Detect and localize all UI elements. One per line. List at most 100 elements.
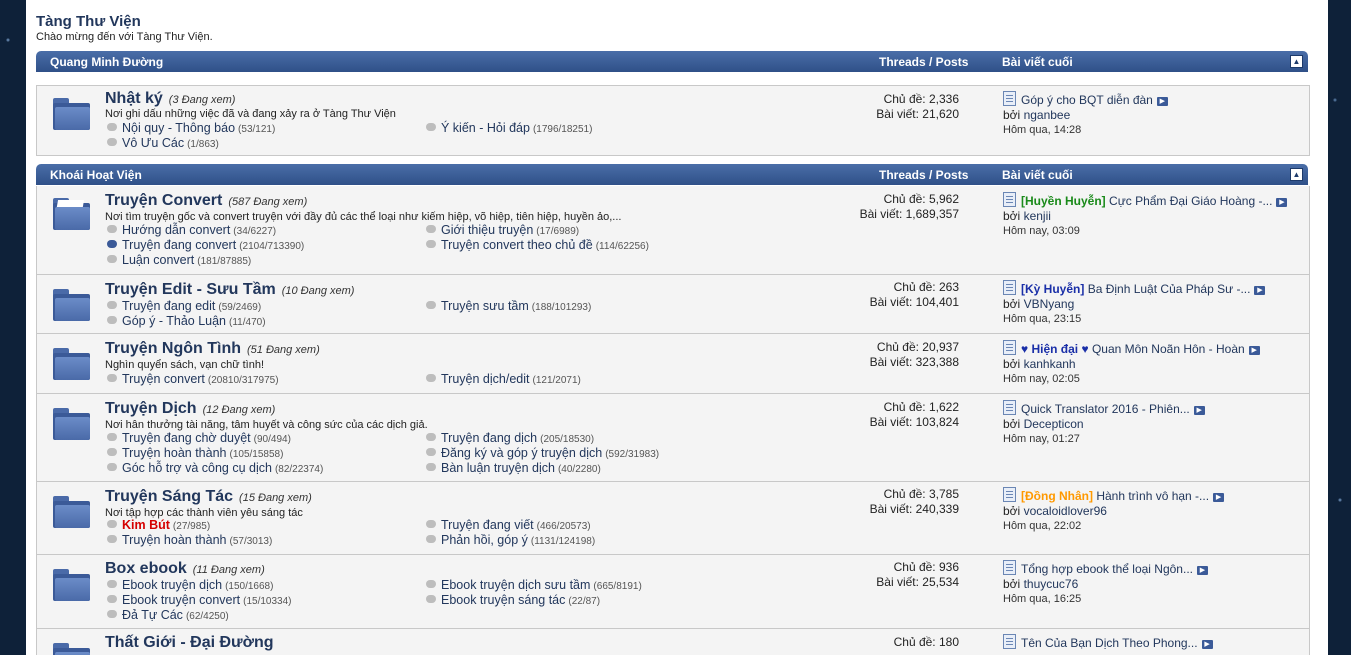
forum-stats: Chủ đề: 3,785 Bài viết: 240,339: [869, 487, 959, 516]
subforum-link[interactable]: Giới thiệu truyện (17/6989): [426, 223, 579, 237]
forum-title[interactable]: Box ebook (11 Đang xem): [105, 560, 265, 578]
subforum-link[interactable]: Ebook truyện dịch (150/1668): [107, 578, 273, 592]
last-post-time: Hôm qua, 16:25: [1003, 593, 1082, 605]
last-post-user[interactable]: VBNyang: [1024, 297, 1075, 311]
page-title: Tàng Thư Viện: [36, 13, 141, 30]
folder-icon: [53, 348, 90, 380]
subforum-link[interactable]: Kim Bút (27/985): [107, 518, 210, 532]
forum-stats: Chủ đề: 5,962 Bài viết: 1,689,357: [859, 192, 959, 221]
document-icon: [1003, 487, 1016, 502]
go-to-post-icon[interactable]: ▶: [1276, 198, 1288, 207]
subforum-link[interactable]: Góp ý - Thảo Luận (11/470): [107, 314, 266, 328]
category-name[interactable]: Quang Minh Đường: [50, 55, 163, 69]
subforum-link[interactable]: Bàn luận truyện dịch (40/2280): [426, 461, 601, 475]
subforum-link[interactable]: Ý kiến - Hỏi đáp (1796/18251): [426, 121, 592, 135]
forum-stats: Chủ đề: 936 Bài viết: 25,534: [876, 560, 959, 589]
go-to-post-icon[interactable]: ▶: [1156, 97, 1168, 106]
subforum-link[interactable]: Truyện hoàn thành (57/3013): [107, 533, 272, 547]
subforum-link[interactable]: Truyện đang dịch (205/18530): [426, 431, 594, 445]
subforum-icon: [107, 138, 117, 146]
go-to-post-icon[interactable]: ▶: [1254, 286, 1266, 295]
folder-icon: [53, 496, 90, 528]
document-icon: [1003, 280, 1016, 295]
forum-description: Nơi hân thưởng tài năng, tâm huyết và cô…: [105, 419, 428, 431]
subforum-link[interactable]: Truyện hoàn thành (105/15858): [107, 446, 283, 460]
go-to-post-icon[interactable]: ▶: [1196, 566, 1208, 575]
last-post-time: Hôm qua, 14:28: [1003, 124, 1082, 136]
forum-title[interactable]: Truyện Convert (587 Đang xem): [105, 192, 307, 210]
subforum-link[interactable]: Ebook truyện sáng tác (22/87): [426, 593, 600, 607]
forum-title[interactable]: Truyện Edit - Sưu Tầm (10 Đang xem): [105, 281, 354, 299]
last-post-title[interactable]: Tổng hợp ebook thể loại Ngôn...: [1021, 562, 1193, 576]
subforum-link[interactable]: Góc hỗ trợ và công cụ dịch (82/22374): [107, 461, 323, 475]
thread-prefix[interactable]: ♥ Hiện đại ♥: [1021, 342, 1089, 356]
document-icon: [1003, 400, 1016, 415]
last-post: Quick Translator 2016 - Phiên... ▶ bởi De…: [1003, 400, 1205, 447]
subforum-link[interactable]: Truyện dịch/edit (121/2071): [426, 372, 581, 386]
go-to-post-icon[interactable]: ▶: [1201, 640, 1213, 649]
last-post-title[interactable]: Tên Của Bạn Dịch Theo Phong...: [1021, 636, 1198, 650]
forum-title[interactable]: Thất Giới - Đại Đường: [105, 634, 274, 652]
forum-description: Nơi tìm truyện gốc và convert truyện với…: [105, 211, 622, 223]
document-icon: [1003, 560, 1016, 575]
forum-page: Tàng Thư Viện Chào mừng đến với Tàng Thư…: [26, 0, 1328, 655]
last-post-title[interactable]: Ba Định Luật Của Pháp Sư -...: [1088, 282, 1251, 296]
last-post: [Kỳ Huyễn] Ba Định Luật Của Pháp Sư -...…: [1003, 280, 1266, 327]
subforum-link[interactable]: Truyện đang chờ duyệt (90/494): [107, 431, 291, 445]
forum-stats: Chủ đề: 2,336 Bài viết: 21,620: [876, 92, 959, 121]
collapse-icon[interactable]: ▲: [1290, 55, 1303, 68]
forum-stats: Chủ đề: 263 Bài viết: 104,401: [869, 280, 959, 309]
last-post-user[interactable]: vocaloidlover96: [1024, 504, 1107, 518]
last-post-user[interactable]: Decepticon: [1024, 417, 1084, 431]
last-post: Góp ý cho BQT diễn đàn ▶ bởi nganbee Hôm …: [1003, 91, 1168, 138]
subforum-link[interactable]: Truyện đang viết (466/20573): [426, 518, 591, 532]
last-post-header: Bài viết cuối: [1002, 168, 1073, 182]
forum-description: Nơi ghi dấu những việc đã và đang xảy ra…: [105, 108, 396, 120]
subforum-link[interactable]: Luận convert (181/87885): [107, 253, 251, 267]
last-post-title[interactable]: Cực Phẩm Đại Giáo Hoàng -...: [1109, 194, 1272, 208]
last-post: [Đồng Nhân] Hành trình vô hạn -... ▶ bởi …: [1003, 487, 1225, 534]
last-post-user[interactable]: nganbee: [1024, 108, 1071, 122]
last-post-user[interactable]: kanhkanh: [1024, 357, 1076, 371]
go-to-post-icon[interactable]: ▶: [1193, 406, 1205, 415]
forum-row: Truyện Sáng Tác (15 Đang xem) Nơi tập hợp…: [36, 482, 1310, 555]
thread-prefix[interactable]: [Kỳ Huyễn]: [1021, 282, 1084, 296]
last-post: ♥ Hiện đại ♥ Quan Môn Noãn Hôn - Hoàn ▶ b…: [1003, 340, 1260, 387]
last-post-title[interactable]: Quan Môn Noãn Hôn - Hoàn: [1092, 342, 1245, 356]
last-post-title[interactable]: Quick Translator 2016 - Phiên...: [1021, 402, 1190, 416]
subforum-link[interactable]: Phản hồi, góp ý (1131/124198): [426, 533, 595, 547]
forum-title[interactable]: Truyện Dịch (12 Đang xem): [105, 400, 275, 418]
last-post-time: Hôm qua, 22:02: [1003, 520, 1082, 532]
document-icon: [1003, 340, 1016, 355]
threads-posts-header: Threads / Posts: [879, 55, 969, 69]
last-post-user[interactable]: kenjii: [1024, 209, 1051, 223]
subforum-link[interactable]: Đăng ký và góp ý truyện dịch (592/31983): [426, 446, 659, 460]
subforum-link[interactable]: Truyện convert (20810/317975): [107, 372, 279, 386]
subforum-link[interactable]: Vô Ưu Các (1/863): [107, 136, 219, 150]
category-name[interactable]: Khoái Hoạt Viện: [50, 168, 142, 182]
forum-title[interactable]: Truyện Sáng Tác (15 Đang xem): [105, 488, 312, 506]
subforum-link[interactable]: Truyện sưu tầm (188/101293): [426, 299, 591, 313]
last-post-title[interactable]: Hành trình vô hạn -...: [1096, 489, 1209, 503]
subforum-link[interactable]: Nội quy - Thông báo (53/121): [107, 121, 275, 135]
collapse-icon[interactable]: ▲: [1290, 168, 1303, 181]
go-to-post-icon[interactable]: ▶: [1213, 493, 1225, 502]
subforum-link[interactable]: Ebook truyện dịch sưu tầm (665/8191): [426, 578, 642, 592]
forum-stats: Chủ đề: 1,622 Bài viết: 103,824: [869, 400, 959, 429]
subforum-link[interactable]: Truyện đang convert (2104/713390): [107, 238, 304, 252]
subforum-link[interactable]: Ebook truyện convert (15/10334): [107, 593, 292, 607]
last-post-user[interactable]: thuycuc76: [1024, 577, 1079, 591]
forum-title[interactable]: Truyện Ngôn Tình (51 Đang xem): [105, 340, 320, 358]
go-to-post-icon[interactable]: ▶: [1248, 346, 1260, 355]
subforum-link[interactable]: Truyện convert theo chủ đề (114/62256): [426, 238, 649, 252]
last-post-title[interactable]: Góp ý cho BQT diễn đàn: [1021, 93, 1153, 107]
thread-prefix[interactable]: [Đồng Nhân]: [1021, 489, 1093, 503]
thread-prefix[interactable]: [Huyền Huyễn]: [1021, 194, 1106, 208]
last-post-time: Hôm nay, 02:05: [1003, 373, 1080, 385]
forum-row: Truyện Edit - Sưu Tầm (10 Đang xem) Truyệ…: [36, 275, 1310, 334]
forum-title[interactable]: Nhật ký (3 Đang xem): [105, 90, 235, 108]
last-post-time: Hôm nay, 01:27: [1003, 433, 1080, 445]
subforum-link[interactable]: Truyện đang edit (59/2469): [107, 299, 261, 313]
subforum-link[interactable]: Hướng dẫn convert (34/6227): [107, 223, 276, 237]
subforum-link[interactable]: Đả Tự Các (62/4250): [107, 608, 229, 622]
